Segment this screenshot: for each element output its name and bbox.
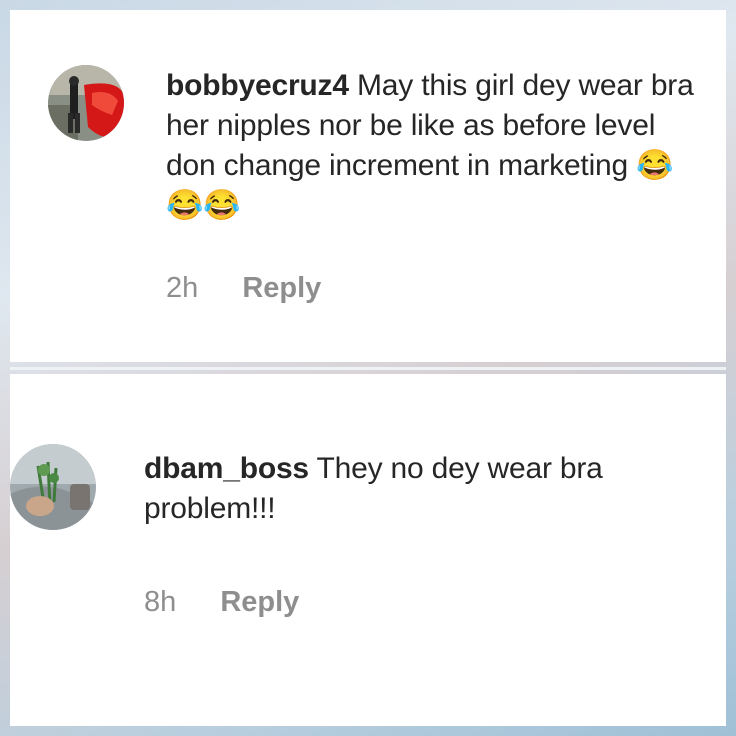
comment-username[interactable]: dbam_boss (144, 452, 309, 485)
comment-card: dbam_boss They no dey wear bra problem!!… (10, 374, 726, 726)
comment-timestamp: 2h (166, 272, 199, 304)
avatar-photo (48, 65, 124, 141)
divider (10, 367, 726, 370)
comment-username[interactable]: bobbyecruz4 (166, 69, 349, 102)
comment-body: bobbyecruz4 May this girl dey wear bra h… (166, 66, 706, 226)
avatar[interactable] (48, 65, 124, 141)
reply-button[interactable]: Reply (220, 586, 299, 618)
avatar-photo (10, 444, 96, 530)
comment-body: dbam_boss They no dey wear bra problem!!… (144, 449, 704, 529)
comment-meta: 2h Reply (166, 272, 321, 305)
comment-timestamp: 8h (144, 586, 177, 618)
reply-button[interactable]: Reply (242, 272, 321, 304)
avatar[interactable] (10, 444, 96, 530)
comment-meta: 8h Reply (144, 586, 299, 619)
comment-card: bobbyecruz4 May this girl dey wear bra h… (10, 10, 726, 362)
